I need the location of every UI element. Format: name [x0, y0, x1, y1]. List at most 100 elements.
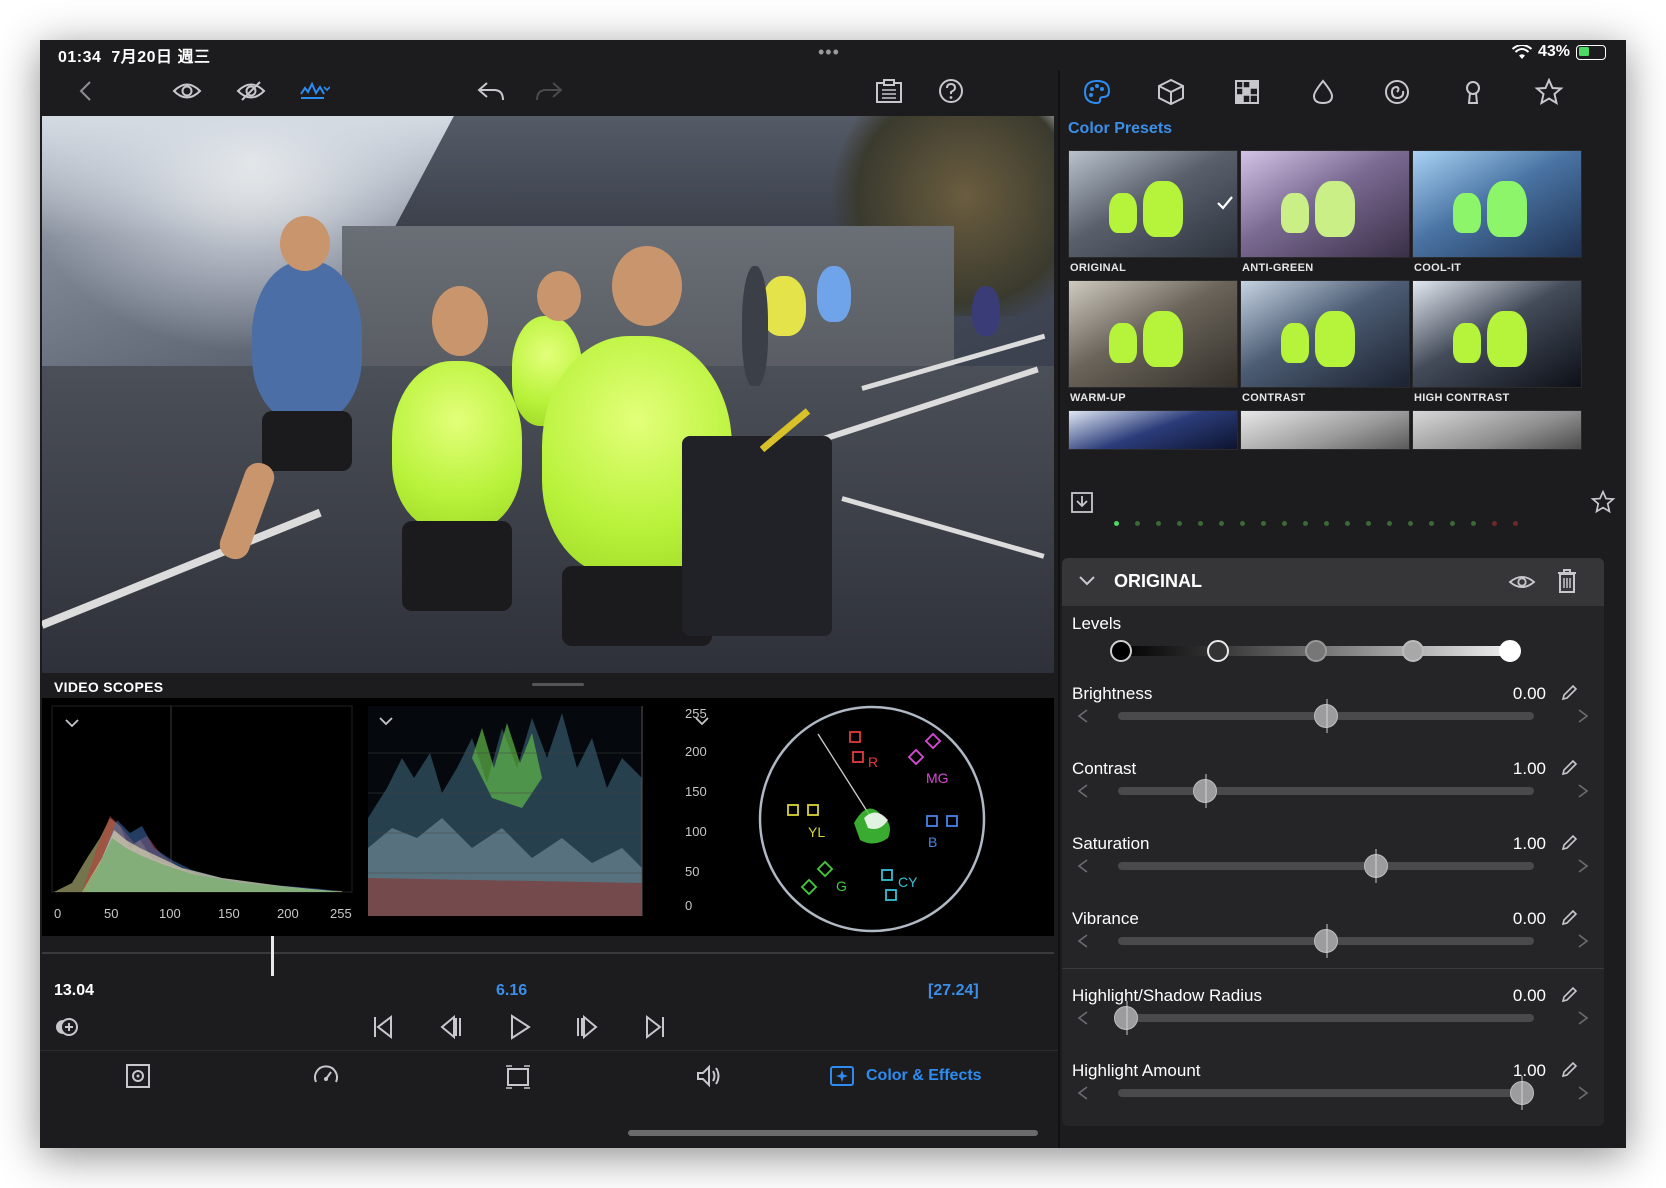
slider-track[interactable]: [1118, 787, 1534, 795]
preset-cool-it[interactable]: COOL-IT: [1412, 150, 1582, 280]
clipboard-icon[interactable]: [872, 76, 906, 106]
page-dot[interactable]: [1177, 521, 1182, 526]
page-dot[interactable]: [1492, 521, 1497, 526]
preset-page-dots[interactable]: [1114, 521, 1518, 526]
increment-arrow-icon[interactable]: [1576, 1085, 1590, 1101]
timeline-scrubber[interactable]: [42, 936, 1054, 976]
page-dot[interactable]: [1345, 521, 1350, 526]
undo-icon[interactable]: [474, 76, 508, 106]
favorite-preset-icon[interactable]: [1590, 489, 1616, 516]
slider-knob[interactable]: [1509, 1076, 1534, 1110]
slider-knob[interactable]: [1114, 1001, 1139, 1035]
increment-arrow-icon[interactable]: [1576, 1010, 1590, 1026]
increment-arrow-icon[interactable]: [1576, 708, 1590, 724]
help-icon[interactable]: [934, 76, 968, 106]
visibility-eye-icon[interactable]: [1508, 570, 1536, 594]
page-dot[interactable]: [1219, 521, 1224, 526]
pencil-icon[interactable]: [1560, 909, 1578, 927]
decrement-arrow-icon[interactable]: [1076, 708, 1090, 724]
home-indicator[interactable]: [628, 1130, 1038, 1136]
video-preview[interactable]: [42, 116, 1054, 673]
cube-icon[interactable]: [1156, 78, 1188, 108]
preset-contrast[interactable]: CONTRAST: [1240, 280, 1410, 410]
page-dot[interactable]: [1408, 521, 1413, 526]
preset-row3-1[interactable]: [1068, 410, 1238, 450]
loop-toggle-icon[interactable]: [52, 1012, 82, 1042]
page-dot[interactable]: [1471, 521, 1476, 526]
star-icon[interactable]: [1534, 77, 1566, 108]
tab-crop[interactable]: [124, 1061, 152, 1091]
preset-warm-up[interactable]: WARM-UP: [1068, 280, 1238, 410]
collapse-chevron-icon[interactable]: [1078, 575, 1096, 587]
levels-white-handle[interactable]: [1499, 640, 1521, 662]
keyhole-icon[interactable]: [1458, 78, 1490, 108]
eye-hidden-icon[interactable]: [234, 76, 268, 106]
preset-high-contrast[interactable]: HIGH CONTRAST: [1412, 280, 1582, 410]
page-dot[interactable]: [1198, 521, 1203, 526]
waveform-menu-icon[interactable]: [298, 76, 332, 106]
playhead[interactable]: [270, 936, 274, 976]
spiral-icon[interactable]: [1382, 78, 1414, 108]
page-dot[interactable]: [1156, 521, 1161, 526]
import-preset-icon[interactable]: [1070, 490, 1094, 514]
decrement-arrow-icon[interactable]: [1076, 1010, 1090, 1026]
preset-row3-3[interactable]: [1412, 410, 1582, 450]
decrement-arrow-icon[interactable]: [1076, 858, 1090, 874]
page-dot[interactable]: [1387, 521, 1392, 526]
increment-arrow-icon[interactable]: [1576, 858, 1590, 874]
slider-track[interactable]: [1118, 862, 1534, 870]
tab-audio[interactable]: [694, 1061, 722, 1091]
page-dot[interactable]: [1366, 521, 1371, 526]
page-dot[interactable]: [1240, 521, 1245, 526]
page-dot[interactable]: [1261, 521, 1266, 526]
preset-row3-2[interactable]: [1240, 410, 1410, 450]
increment-arrow-icon[interactable]: [1576, 783, 1590, 799]
back-icon[interactable]: [70, 76, 104, 106]
slider-knob[interactable]: [1193, 774, 1218, 808]
levels-black-handle[interactable]: [1110, 640, 1132, 662]
step-back-icon[interactable]: [436, 1012, 466, 1042]
pencil-icon[interactable]: [1560, 684, 1578, 702]
waveform-menu-chevron-icon[interactable]: [378, 714, 394, 726]
page-dot[interactable]: [1135, 521, 1140, 526]
tab-transform[interactable]: [504, 1061, 532, 1091]
slider-knob[interactable]: [1314, 699, 1338, 733]
page-dot[interactable]: [1429, 521, 1434, 526]
levels-shadow-handle[interactable]: [1207, 640, 1229, 662]
page-dot[interactable]: [1324, 521, 1329, 526]
decrement-arrow-icon[interactable]: [1076, 933, 1090, 949]
slider-track[interactable]: [1118, 1014, 1534, 1022]
levels-highlight-handle[interactable]: [1402, 640, 1424, 662]
slider-track[interactable]: [1118, 1089, 1534, 1097]
levels-mid-handle[interactable]: [1305, 640, 1327, 662]
grid-icon[interactable]: [1232, 78, 1264, 108]
decrement-arrow-icon[interactable]: [1076, 783, 1090, 799]
preset-original[interactable]: ORIGINAL: [1068, 150, 1238, 280]
adjustment-header[interactable]: ORIGINAL: [1062, 558, 1604, 606]
step-forward-icon[interactable]: [572, 1012, 602, 1042]
page-dot[interactable]: [1513, 521, 1518, 526]
pencil-icon[interactable]: [1560, 986, 1578, 1004]
histogram-menu-chevron-icon[interactable]: [64, 716, 80, 728]
pencil-icon[interactable]: [1560, 1061, 1578, 1079]
play-icon[interactable]: [504, 1012, 534, 1042]
trash-icon[interactable]: [1556, 568, 1578, 594]
skip-start-icon[interactable]: [368, 1012, 398, 1042]
scopes-resize-handle[interactable]: [532, 683, 584, 686]
eye-icon[interactable]: [170, 76, 204, 106]
page-dot[interactable]: [1114, 521, 1119, 526]
drop-icon[interactable]: [1308, 78, 1340, 108]
timeline-track[interactable]: [42, 952, 1054, 954]
tab-speed[interactable]: [312, 1061, 340, 1091]
page-dot[interactable]: [1303, 521, 1308, 526]
pencil-icon[interactable]: [1560, 759, 1578, 777]
skip-end-icon[interactable]: [640, 1012, 670, 1042]
preset-anti-green[interactable]: ANTI-GREEN: [1240, 150, 1410, 280]
multitask-dots[interactable]: •••: [818, 42, 840, 63]
increment-arrow-icon[interactable]: [1576, 933, 1590, 949]
page-dot[interactable]: [1450, 521, 1455, 526]
pencil-icon[interactable]: [1560, 834, 1578, 852]
palette-icon[interactable]: [1082, 78, 1114, 108]
tab-color-effects[interactable]: Color & Effects: [828, 1061, 982, 1091]
slider-knob[interactable]: [1314, 924, 1338, 958]
